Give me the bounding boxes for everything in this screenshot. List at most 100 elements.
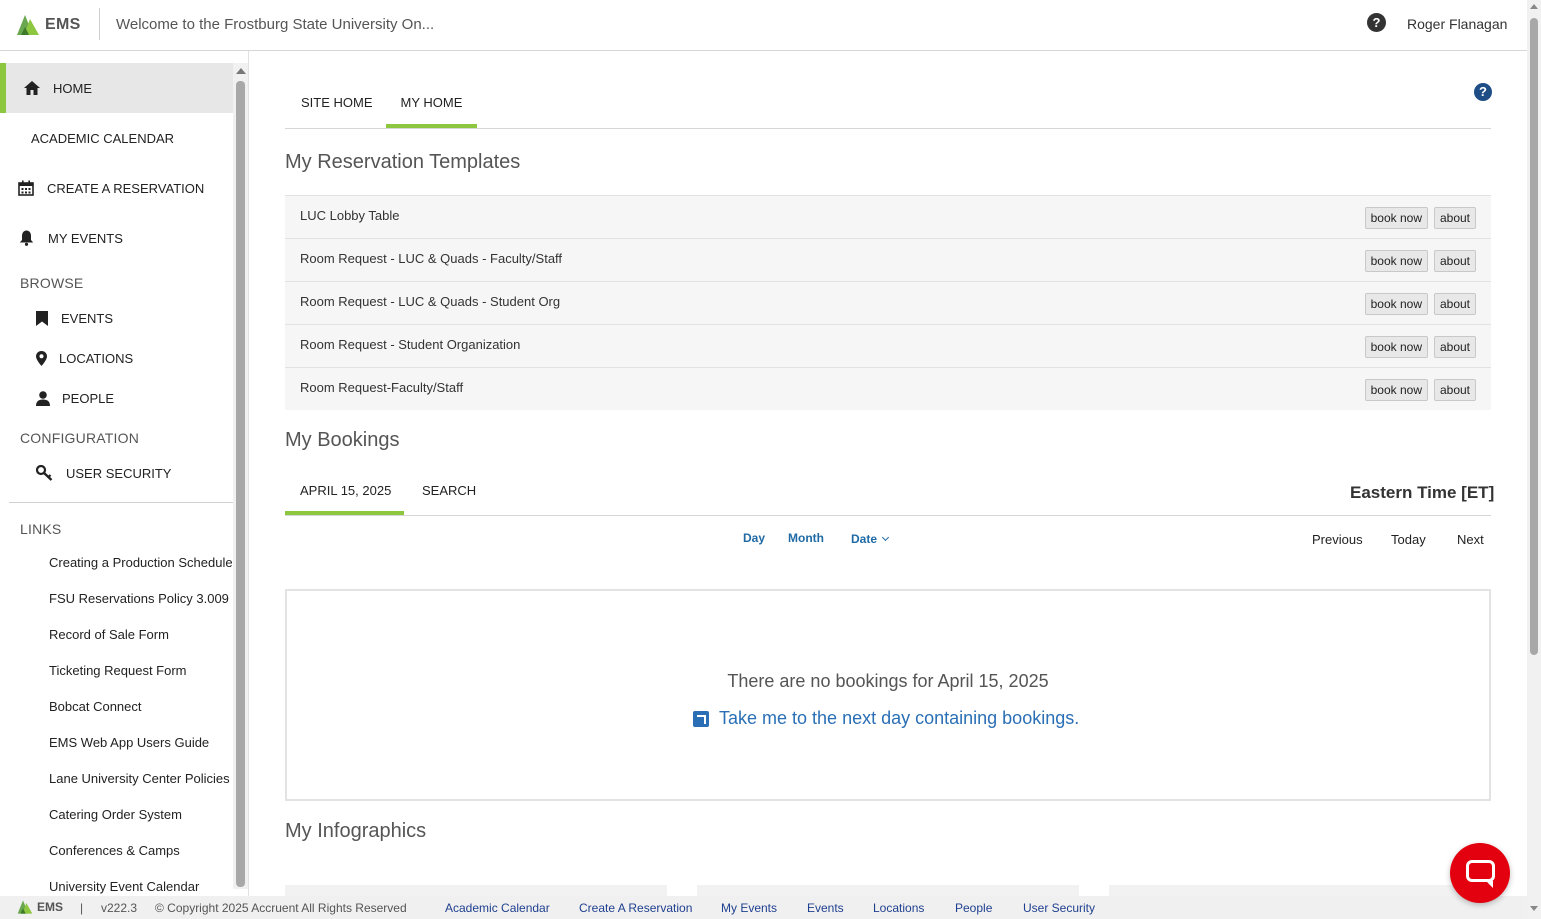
sidebar-border — [248, 51, 249, 896]
external-link-icon — [693, 710, 709, 727]
footer-link[interactable]: Create A Reservation — [579, 901, 692, 915]
sidebar-item-create-reservation[interactable]: CREATE A RESERVATION — [0, 163, 233, 213]
sidebar-item-label: PEOPLE — [62, 390, 115, 406]
user-icon — [34, 389, 52, 407]
book-now-button[interactable]: book now — [1364, 336, 1428, 358]
view-day-button[interactable]: Day — [743, 531, 765, 545]
home-tabs: SITE HOME MY HOME — [285, 82, 1491, 129]
templates-heading: My Reservation Templates — [285, 151, 521, 173]
ems-logo-icon — [17, 15, 39, 35]
bookmark-icon — [33, 309, 51, 327]
help-icon[interactable]: ? — [1474, 83, 1492, 101]
bookings-heading: My Bookings — [285, 429, 400, 451]
logo-text: EMS — [45, 16, 81, 33]
timezone-label: Eastern Time [ET] — [1350, 483, 1495, 502]
browse-heading: BROWSE — [20, 275, 84, 291]
sidebar-link[interactable]: Bobcat Connect — [49, 699, 142, 714]
ems-logo[interactable]: EMS — [15, 12, 81, 38]
sidebar-divider — [9, 502, 233, 503]
bell-icon — [17, 229, 35, 247]
welcome-title: Welcome to the Frostburg State Universit… — [116, 16, 435, 33]
template-row: Room Request-Faculty/Staff book now abou… — [285, 367, 1491, 410]
chat-icon — [1466, 860, 1495, 882]
sidebar-item-label: ACADEMIC CALENDAR — [31, 130, 175, 146]
view-month-button[interactable]: Month — [788, 531, 824, 545]
about-button[interactable]: about — [1433, 250, 1476, 272]
infographics-heading: My Infographics — [285, 820, 427, 842]
chevron-down-icon — [881, 533, 890, 542]
footer-link[interactable]: My Events — [721, 901, 777, 915]
next-day-link[interactable]: Take me to the next day containing booki… — [693, 708, 1079, 729]
chat-button[interactable] — [1450, 843, 1510, 903]
sidebar-link[interactable]: Ticketing Request Form — [49, 663, 187, 678]
sidebar-link[interactable]: Record of Sale Form — [49, 627, 169, 642]
sidebar-item-user-security[interactable]: USER SECURITY — [0, 448, 233, 498]
chat-icon-tail — [1486, 881, 1493, 888]
ems-logo-icon — [17, 900, 33, 914]
sidebar: HOME ACADEMIC CALENDAR CREATE A RESERVAT… — [0, 63, 248, 895]
sidebar-item-people[interactable]: PEOPLE — [0, 373, 233, 423]
footer-version: v222.3 — [101, 901, 138, 915]
scroll-up-arrow[interactable] — [236, 68, 246, 74]
book-now-button[interactable]: book now — [1364, 250, 1428, 272]
footer-link[interactable]: People — [955, 901, 992, 915]
footer-link[interactable]: User Security — [1023, 901, 1095, 915]
sidebar-item-label: MY EVENTS — [48, 230, 123, 246]
key-icon — [35, 464, 53, 482]
footer-copyright: © Copyright 2025 Accruent All Rights Res… — [155, 901, 407, 915]
about-button[interactable]: about — [1433, 336, 1476, 358]
sidebar-item-home[interactable]: HOME — [0, 63, 233, 113]
footer-link[interactable]: Events — [807, 901, 844, 915]
footer: EMS | v222.3 © Copyright 2025 Accruent A… — [0, 896, 1527, 919]
page-scrollbar[interactable] — [1527, 0, 1541, 919]
scroll-down-arrow[interactable] — [1530, 906, 1538, 911]
empty-message: There are no bookings for April 15, 2025 — [727, 671, 1049, 691]
next-button[interactable]: Next — [1457, 532, 1484, 547]
sidebar-link[interactable]: EMS Web App Users Guide — [49, 735, 209, 750]
footer-separator: | — [80, 901, 84, 915]
bookings-empty-panel: There are no bookings for April 15, 2025… — [285, 589, 1491, 801]
sidebar-link[interactable]: Catering Order System — [49, 807, 182, 822]
tab-bookings-search[interactable]: SEARCH — [422, 470, 476, 515]
sidebar-link[interactable]: Lane University Center Policies — [49, 771, 230, 786]
book-now-button[interactable]: book now — [1364, 379, 1428, 401]
template-name: Room Request - LUC & Quads - Faculty/Sta… — [300, 251, 563, 266]
template-name: Room Request-Faculty/Staff — [300, 380, 464, 395]
help-icon[interactable]: ? — [1367, 13, 1386, 32]
sidebar-link[interactable]: Conferences & Camps — [49, 843, 180, 858]
sidebar-link[interactable]: University Event Calendar — [49, 879, 199, 894]
previous-button[interactable]: Previous — [1312, 532, 1363, 547]
sidebar-item-label: USER SECURITY — [66, 465, 172, 481]
map-marker-icon — [32, 349, 50, 367]
sidebar-link[interactable]: FSU Reservations Policy 3.009 — [49, 591, 229, 606]
sidebar-link[interactable]: Creating a Production Schedule — [49, 555, 233, 570]
about-button[interactable]: about — [1433, 207, 1476, 229]
home-icon — [23, 79, 41, 97]
sidebar-scrollbar[interactable] — [233, 63, 248, 889]
user-menu[interactable]: Roger Flanagan — [1407, 16, 1507, 32]
date-dropdown-label: Date — [851, 532, 878, 546]
links-heading: LINKS — [20, 521, 62, 537]
book-now-button[interactable]: book now — [1364, 293, 1428, 315]
scrollbar-thumb[interactable] — [236, 81, 245, 887]
tab-my-home[interactable]: MY HOME — [386, 82, 477, 128]
scroll-up-arrow[interactable] — [1530, 4, 1538, 9]
footer-logo-text: EMS — [37, 900, 64, 914]
next-day-link-text: Take me to the next day containing booki… — [719, 708, 1080, 728]
footer-link[interactable]: Locations — [873, 901, 924, 915]
today-button[interactable]: Today — [1391, 532, 1426, 547]
sidebar-item-label: LOCATIONS — [59, 350, 134, 366]
view-date-dropdown[interactable]: Date — [851, 532, 890, 546]
footer-link[interactable]: Academic Calendar — [445, 901, 550, 915]
bookings-tabs: APRIL 15, 2025 SEARCH — [285, 470, 1491, 516]
about-button[interactable]: about — [1433, 293, 1476, 315]
sidebar-item-my-events[interactable]: MY EVENTS — [0, 213, 233, 263]
sidebar-item-academic-calendar[interactable]: ACADEMIC CALENDAR — [0, 113, 233, 163]
book-now-button[interactable]: book now — [1364, 207, 1428, 229]
about-button[interactable]: about — [1433, 379, 1476, 401]
tab-bookings-date[interactable]: APRIL 15, 2025 — [285, 470, 404, 515]
top-bar: EMS Welcome to the Frostburg State Unive… — [0, 0, 1527, 51]
scrollbar-thumb[interactable] — [1530, 18, 1538, 655]
sidebar-item-label: EVENTS — [61, 310, 114, 326]
tab-site-home[interactable]: SITE HOME — [301, 82, 373, 128]
